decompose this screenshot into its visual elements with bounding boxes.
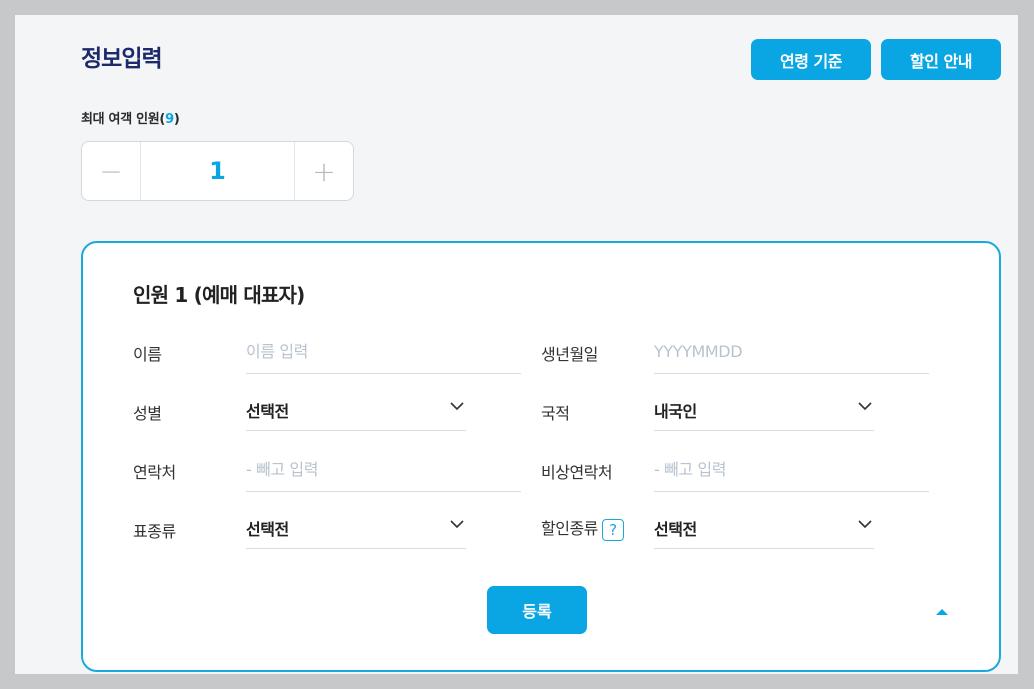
nationality-select[interactable]: 내국인 <box>654 386 874 431</box>
ticket-type-selected-value: 선택전 <box>246 520 289 539</box>
decrement-button[interactable]: − <box>82 142 141 200</box>
birthdate-field-wrap <box>654 329 929 374</box>
name-label: 이름 <box>133 345 162 364</box>
gender-label: 성별 <box>133 404 162 423</box>
name-field-wrap <box>246 329 521 374</box>
gender-selected-value: 선택전 <box>246 402 289 421</box>
discount-type-label-text: 할인종류 <box>541 519 598 538</box>
age-criteria-button[interactable]: 연령 기준 <box>751 39 871 80</box>
ticket-type-select[interactable]: 선택전 <box>246 504 466 549</box>
chevron-down-icon <box>858 402 872 411</box>
increment-button[interactable]: + <box>294 142 353 200</box>
max-passengers-suffix: ) <box>173 112 180 127</box>
help-icon[interactable]: ? <box>601 518 624 541</box>
plus-icon: + <box>312 154 336 188</box>
emergency-contact-input[interactable] <box>654 447 929 491</box>
nationality-selected-value: 내국인 <box>654 402 697 421</box>
passenger-card-title: 인원 1 (예매 대표자) <box>133 283 305 307</box>
discount-type-selected-value: 선택전 <box>654 520 697 539</box>
max-passengers-label: 최대 여객 인원(9) <box>81 108 180 127</box>
page-title: 정보입력 <box>81 46 163 72</box>
nationality-label: 국적 <box>541 404 570 423</box>
ticket-type-label: 표종류 <box>133 522 176 541</box>
page: 정보입력 연령 기준 할인 안내 최대 여객 인원(9) − 1 + 인원 1 … <box>15 15 1018 674</box>
passenger-card: 인원 1 (예매 대표자) 이름 생년월일 성별 선택전 국적 내국인 연락처 … <box>81 241 1001 672</box>
emergency-contact-field-wrap <box>654 447 929 492</box>
gender-select[interactable]: 선택전 <box>246 386 466 431</box>
contact-field-wrap <box>246 447 521 492</box>
chevron-down-icon <box>858 520 872 529</box>
max-passengers-count: 9 <box>165 112 174 127</box>
minus-icon: − <box>99 154 123 188</box>
contact-label: 연락처 <box>133 463 176 482</box>
register-button[interactable]: 등록 <box>487 586 587 634</box>
emergency-contact-label: 비상연락처 <box>541 463 613 482</box>
chevron-down-icon <box>450 520 464 529</box>
chevron-down-icon <box>450 402 464 411</box>
birthdate-label: 생년월일 <box>541 345 598 364</box>
passenger-count-stepper: − 1 + <box>81 141 354 201</box>
caret-up-icon[interactable] <box>935 607 949 617</box>
discount-type-select[interactable]: 선택전 <box>654 504 874 549</box>
contact-input[interactable] <box>246 447 521 491</box>
passenger-count-value: 1 <box>209 157 226 185</box>
discount-info-button[interactable]: 할인 안내 <box>881 39 1001 80</box>
max-passengers-prefix: 최대 여객 인원( <box>81 112 166 127</box>
discount-type-label: 할인종류? <box>541 515 624 541</box>
birthdate-input[interactable] <box>654 329 929 373</box>
name-input[interactable] <box>246 329 521 373</box>
